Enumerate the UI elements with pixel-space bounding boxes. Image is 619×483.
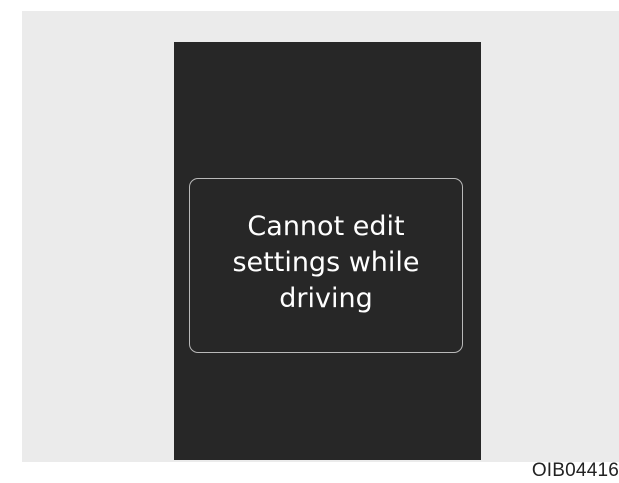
warning-message-box: Cannot edit settings while driving (189, 178, 463, 353)
warning-message-text: Cannot edit settings while driving (232, 210, 420, 314)
figure-code-label: OIB04416 (531, 460, 619, 481)
page: Cannot edit settings while driving OIB04… (0, 0, 619, 483)
